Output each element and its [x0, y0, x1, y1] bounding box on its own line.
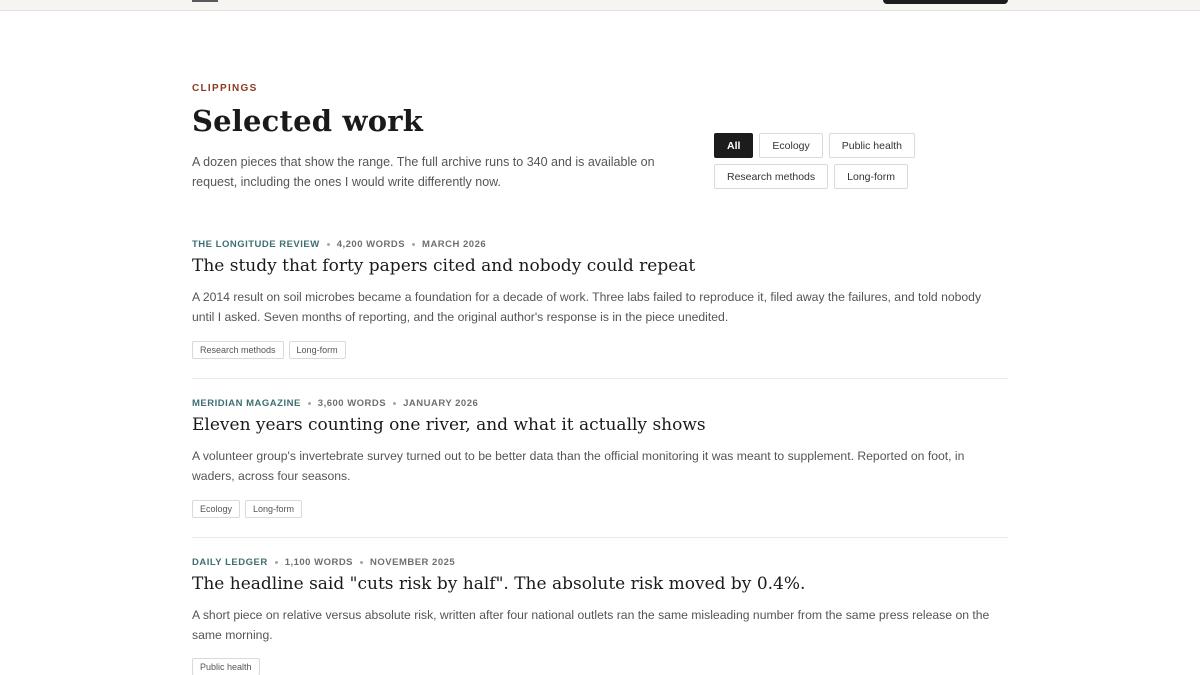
page-title: Selected work: [192, 104, 424, 138]
article-publication: DAILY LEDGER: [192, 557, 268, 568]
article-summary: A volunteer group's invertebrate survey …: [192, 449, 965, 483]
article-tag[interactable]: Long-form: [288, 341, 346, 359]
article-tags: Research methods Long-form: [192, 341, 346, 359]
article-tag[interactable]: Research methods: [192, 341, 284, 359]
meta-separator-dot: [326, 243, 330, 246]
article-tags: Ecology Long-form: [192, 500, 303, 518]
article-summary: A 2014 result on soil microbes became a …: [192, 290, 982, 324]
article-title-link[interactable]: The study that forty papers cited and no…: [192, 253, 695, 279]
filter-row-1: All Ecology Public health: [714, 133, 929, 158]
article-tag[interactable]: Public health: [192, 658, 260, 675]
article-meta: MERIDIAN MAGAZINE 3,600 WORDS JANUARY 20…: [192, 398, 478, 409]
article-tag[interactable]: Long-form: [245, 500, 303, 518]
meta-separator-dot: [412, 243, 416, 246]
article-word-count: 1,100 WORDS: [284, 557, 354, 568]
article-date: NOVEMBER 2025: [370, 557, 456, 568]
filter-ecology[interactable]: Ecology: [759, 133, 823, 158]
article-date: MARCH 2026: [422, 239, 487, 250]
filter-all[interactable]: All: [714, 133, 754, 158]
article-meta: DAILY LEDGER 1,100 WORDS NOVEMBER 2025: [192, 557, 455, 568]
top-nav-bar: [0, 0, 1200, 11]
nav-cta-button[interactable]: [883, 0, 1008, 4]
article-divider: [192, 537, 1008, 538]
filter-public-health[interactable]: Public health: [828, 133, 915, 158]
site-logo[interactable]: [192, 0, 218, 2]
article-tags: Public health: [192, 658, 260, 675]
page-intro: A dozen pieces that show the range. The …: [192, 155, 655, 189]
article-word-count: 4,200 WORDS: [336, 239, 406, 250]
article-date: JANUARY 2026: [403, 398, 479, 409]
article-title-link[interactable]: Eleven years counting one river, and wha…: [192, 412, 706, 438]
article-title-link[interactable]: The headline said "cuts risk by half". T…: [192, 571, 805, 597]
meta-separator-dot: [274, 561, 278, 564]
meta-separator-dot: [307, 402, 311, 405]
article-word-count: 3,600 WORDS: [317, 398, 387, 409]
topic-filters: All Ecology Public health Research metho…: [714, 133, 929, 195]
meta-separator-dot: [393, 402, 397, 405]
filter-row-2: Research methods Long-form: [714, 164, 929, 189]
article-publication: MERIDIAN MAGAZINE: [192, 398, 301, 409]
section-eyebrow: CLIPPINGS: [192, 83, 258, 94]
meta-separator-dot: [360, 561, 364, 564]
article-summary: A short piece on relative versus absolut…: [192, 608, 990, 642]
article-meta: THE LONGITUDE REVIEW 4,200 WORDS MARCH 2…: [192, 239, 486, 250]
filter-long-form[interactable]: Long-form: [834, 164, 908, 189]
article-publication: THE LONGITUDE REVIEW: [192, 239, 320, 250]
filter-research-methods[interactable]: Research methods: [714, 164, 829, 189]
article-divider: [192, 378, 1008, 379]
article-tag[interactable]: Ecology: [192, 500, 241, 518]
